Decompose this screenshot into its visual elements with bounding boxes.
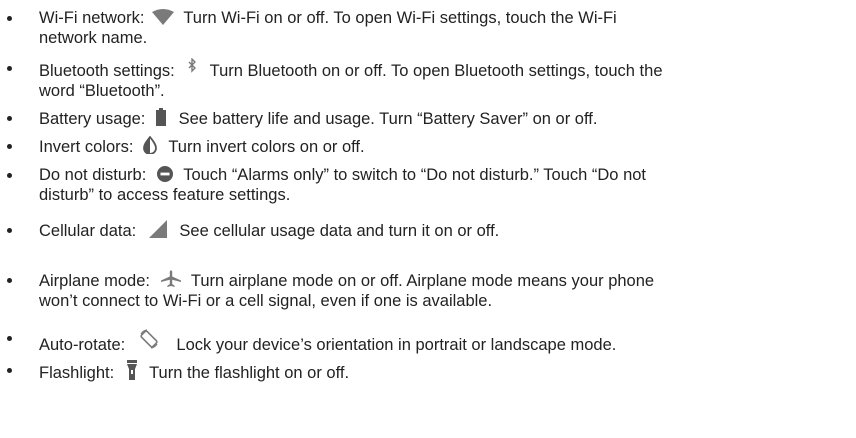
item-description-continued: network name.	[39, 29, 148, 47]
item-text: Battery usage: See battery life and usag…	[39, 108, 839, 129]
bullet-dot	[7, 173, 12, 178]
item-text: Invert colors: Turn invert colors on or …	[39, 136, 839, 157]
item-description: See cellular usage data and turn it on o…	[179, 222, 500, 240]
item-label: Bluetooth settings:	[39, 62, 175, 80]
item-text: Auto-rotate: Lock your device’s orientat…	[39, 328, 839, 355]
item-description: Turn invert colors on or off.	[168, 138, 365, 156]
item-description: Turn Bluetooth on or off. To open Blueto…	[209, 62, 663, 80]
do-not-disturb-icon	[156, 166, 173, 182]
item-text: Flashlight: Turn the flashlight on or of…	[39, 360, 839, 383]
battery-icon	[156, 108, 166, 126]
item-description-continued: disturb” to access feature settings.	[39, 186, 291, 204]
bullet-dot	[7, 16, 12, 21]
item-label: Invert colors:	[39, 138, 134, 156]
item-label: Flashlight:	[39, 364, 115, 382]
bullet-dot	[7, 144, 12, 149]
item-text: Do not disturb: Touch “Alarms only” to s…	[39, 165, 839, 205]
cellular-signal-icon	[148, 220, 167, 238]
wifi-icon	[151, 9, 175, 25]
item-label: Wi-Fi network:	[39, 9, 145, 27]
item-description: Turn airplane mode on or off. Airplane m…	[190, 272, 655, 290]
item-label: Auto-rotate:	[39, 336, 126, 354]
bullet-dot	[7, 228, 12, 233]
item-text: Cellular data: See cellular usage data a…	[39, 220, 839, 241]
auto-rotate-icon	[138, 328, 160, 350]
bullet-dot	[7, 368, 12, 373]
item-text: Airplane mode: Turn airplane mode on or …	[39, 270, 839, 311]
bluetooth-icon	[187, 58, 197, 74]
bullet-dot	[7, 66, 12, 71]
bullet-dot	[7, 116, 12, 121]
item-label: Do not disturb:	[39, 166, 147, 184]
item-text: Wi-Fi network: Turn Wi-Fi on or off. To …	[39, 8, 839, 48]
item-description: Touch “Alarms only” to switch to “Do not…	[183, 166, 647, 184]
item-description-continued: word “Bluetooth”.	[39, 82, 165, 100]
invert-colors-icon	[142, 136, 158, 154]
item-label: Battery usage:	[39, 110, 146, 128]
item-description: Turn the flashlight on or off.	[149, 364, 350, 382]
item-label: Cellular data:	[39, 222, 137, 240]
document-page: Wi-Fi network: Turn Wi-Fi on or off. To …	[0, 0, 856, 438]
item-label: Airplane mode:	[39, 272, 150, 290]
bullet-dot	[7, 278, 12, 283]
item-description-continued: won’t connect to Wi-Fi or a cell signal,…	[39, 292, 493, 310]
item-description: Lock your device’s orientation in portra…	[176, 336, 617, 354]
item-text: Bluetooth settings: Turn Bluetooth on or…	[39, 58, 839, 101]
bullet-dot	[7, 336, 12, 341]
flashlight-icon	[126, 360, 137, 380]
airplane-icon	[160, 270, 181, 288]
item-description: Turn Wi-Fi on or off. To open Wi-Fi sett…	[183, 9, 617, 27]
item-description: See battery life and usage. Turn “Batter…	[178, 110, 598, 128]
